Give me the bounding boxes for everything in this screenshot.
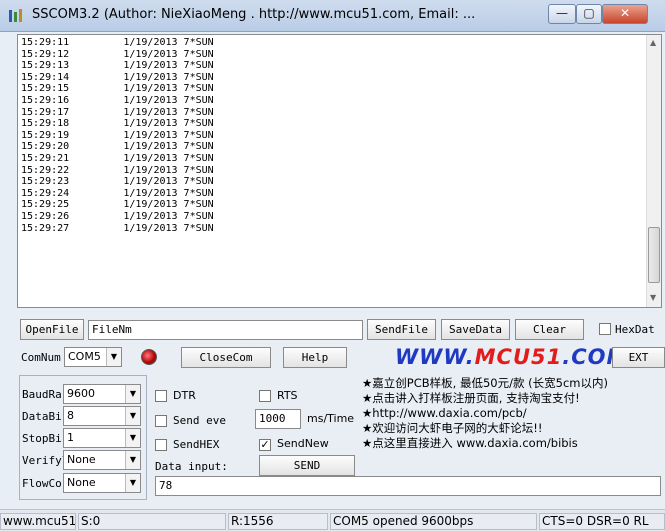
receive-line: 15:29:16 1/19/2013 7*SUN xyxy=(21,94,214,106)
hex-display-label: HexDat xyxy=(615,323,655,336)
rts-label: RTS xyxy=(277,389,298,402)
ad-link-3[interactable]: ★http://www.daxia.com/pcb/ xyxy=(362,406,527,421)
status-bar: www.mcu51.cor S:0 R:1556 COM5 opened 960… xyxy=(0,509,665,531)
receive-line: 15:29:20 1/19/2013 7*SUN xyxy=(21,141,214,153)
open-file-button[interactable]: OpenFile xyxy=(20,319,84,340)
baud-label: BaudRa xyxy=(22,388,62,401)
stopbits-select[interactable]: 1 ▼ xyxy=(63,428,141,448)
ad-link-2[interactable]: ★点击讲入打样板注册页面, 支持淘宝支付! xyxy=(362,391,580,406)
databits-select[interactable]: 8 ▼ xyxy=(63,406,141,426)
receive-text: 15:29:11 1/19/2013 7*SUN 15:29:12 1/19/20… xyxy=(21,37,214,234)
ext-button[interactable]: EXT xyxy=(612,347,665,368)
receive-area[interactable]: 15:29:11 1/19/2013 7*SUN 15:29:12 1/19/20… xyxy=(17,34,662,308)
databits-label: DataBi xyxy=(22,410,62,423)
verify-value: None xyxy=(67,453,96,466)
save-data-button[interactable]: SaveData xyxy=(441,319,510,340)
sscom-app-icon xyxy=(9,9,22,22)
send-new-label: SendNew xyxy=(277,437,329,450)
scroll-down-icon[interactable]: ▼ xyxy=(650,293,656,302)
receive-line: 15:29:18 1/19/2013 7*SUN xyxy=(21,118,214,130)
receive-line: 15:29:15 1/19/2013 7*SUN xyxy=(21,83,214,95)
com-port-select[interactable]: COM5 ▼ xyxy=(64,347,122,367)
help-button[interactable]: Help xyxy=(283,347,347,368)
receive-line: 15:29:19 1/19/2013 7*SUN xyxy=(21,129,214,141)
scroll-up-icon[interactable]: ▲ xyxy=(650,38,656,47)
status-port-state: COM5 opened 9600bps xyxy=(330,513,537,530)
stopbits-label: StopBi xyxy=(22,432,62,445)
port-status-led xyxy=(141,349,157,365)
receive-line: 15:29:23 1/19/2013 7*SUN xyxy=(21,176,214,188)
chevron-down-icon[interactable]: ▼ xyxy=(106,348,121,366)
receive-line: 15:29:24 1/19/2013 7*SUN xyxy=(21,187,214,199)
interval-unit-label: ms/Time xyxy=(307,412,355,425)
databits-value: 8 xyxy=(67,409,74,422)
send-new-checkbox[interactable]: ✓ xyxy=(259,439,271,451)
title-bar: SSCOM3.2 (Author: NieXiaoMeng . http://w… xyxy=(0,0,665,32)
chevron-down-icon[interactable]: ▼ xyxy=(125,407,140,425)
send-button[interactable]: SEND xyxy=(259,455,355,476)
send-hex-checkbox[interactable] xyxy=(155,439,167,451)
verify-select[interactable]: None ▼ xyxy=(63,450,141,470)
rts-checkbox[interactable] xyxy=(259,390,271,402)
status-signals: CTS=0 DSR=0 RL xyxy=(539,513,665,530)
send-every-checkbox[interactable] xyxy=(155,415,167,427)
send-every-label: Send eve xyxy=(173,414,226,427)
flow-select[interactable]: None ▼ xyxy=(63,473,141,493)
flow-value: None xyxy=(67,476,96,489)
receive-line: 15:29:14 1/19/2013 7*SUN xyxy=(21,71,214,83)
mcu51-logo: WWW.MCU51.COM xyxy=(395,345,629,369)
status-sent: S:0 xyxy=(78,513,226,530)
close-button[interactable]: ✕ xyxy=(602,4,648,24)
chevron-down-icon[interactable]: ▼ xyxy=(125,451,140,469)
receive-line: 15:29:22 1/19/2013 7*SUN xyxy=(21,164,214,176)
baud-value: 9600 xyxy=(67,387,95,400)
verify-label: Verifyl xyxy=(22,454,69,467)
dtr-label: DTR xyxy=(173,389,196,402)
scroll-thumb[interactable] xyxy=(648,227,660,283)
receive-line: 15:29:26 1/19/2013 7*SUN xyxy=(21,210,214,222)
close-com-button[interactable]: CloseCom xyxy=(181,347,271,368)
data-input-field[interactable]: 78 xyxy=(155,476,661,496)
receive-line: 15:29:11 1/19/2013 7*SUN xyxy=(21,37,214,48)
minimize-button[interactable]: — xyxy=(548,4,576,24)
hex-display-checkbox[interactable] xyxy=(599,323,611,335)
stopbits-value: 1 xyxy=(67,431,74,444)
flow-label: FlowCo xyxy=(22,477,62,490)
receive-line: 15:29:13 1/19/2013 7*SUN xyxy=(21,60,214,72)
receive-line: 15:29:21 1/19/2013 7*SUN xyxy=(21,152,214,164)
comnum-label: ComNum xyxy=(21,351,61,364)
data-input-label: Data input: xyxy=(155,460,228,473)
chevron-down-icon[interactable]: ▼ xyxy=(125,385,140,403)
ad-link-5[interactable]: ★点这里直接进入 www.daxia.com/bibis xyxy=(362,436,578,451)
dtr-checkbox[interactable] xyxy=(155,390,167,402)
vertical-scrollbar[interactable]: ▲ ▼ xyxy=(646,35,661,307)
interval-input[interactable]: 1000 xyxy=(255,409,301,429)
clear-button[interactable]: Clear xyxy=(515,319,584,340)
receive-line: 15:29:27 1/19/2013 7*SUN xyxy=(21,222,214,234)
file-name-field[interactable]: FileNm xyxy=(88,320,363,340)
status-site: www.mcu51.cor xyxy=(0,513,76,530)
send-file-button[interactable]: SendFile xyxy=(367,319,436,340)
chevron-down-icon[interactable]: ▼ xyxy=(125,429,140,447)
com-port-value: COM5 xyxy=(68,350,101,363)
receive-line: 15:29:17 1/19/2013 7*SUN xyxy=(21,106,214,118)
receive-line: 15:29:25 1/19/2013 7*SUN xyxy=(21,199,214,211)
baud-select[interactable]: 9600 ▼ xyxy=(63,384,141,404)
ad-link-1[interactable]: ★嘉立创PCB样板, 最低50元/款 (长宽5cm以内) xyxy=(362,376,608,391)
send-hex-label: SendHEX xyxy=(173,438,220,451)
ad-link-4[interactable]: ★欢迎访问大虾电子网的大虾论坛!! xyxy=(362,421,543,436)
status-received: R:1556 xyxy=(228,513,328,530)
receive-line: 15:29:12 1/19/2013 7*SUN xyxy=(21,48,214,60)
chevron-down-icon[interactable]: ▼ xyxy=(125,474,140,492)
maximize-button[interactable]: ▢ xyxy=(576,4,602,24)
window-title: SSCOM3.2 (Author: NieXiaoMeng . http://w… xyxy=(32,7,476,22)
control-panel: OpenFile FileNm SendFile SaveData Clear … xyxy=(17,310,665,506)
